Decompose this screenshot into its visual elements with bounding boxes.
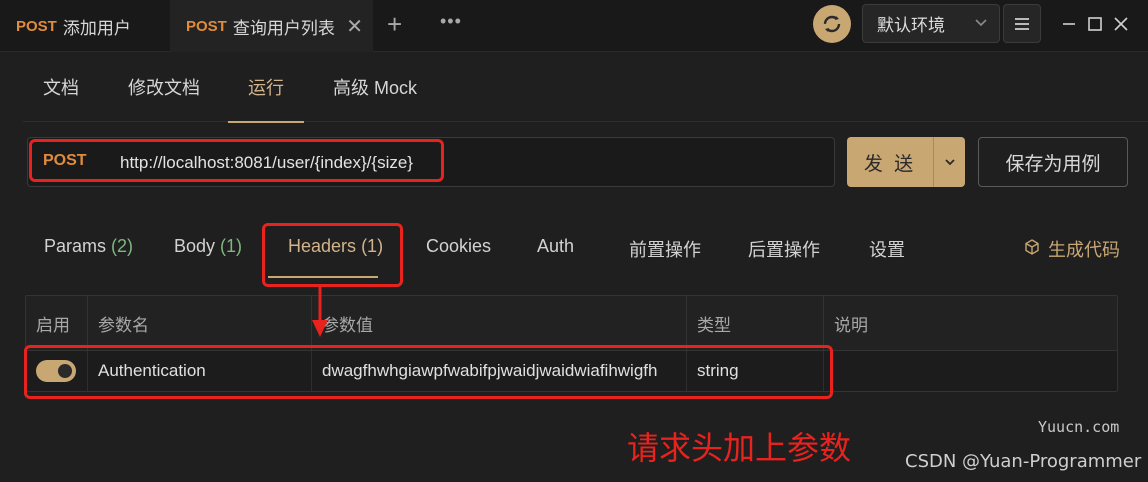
annotation-text: 请求头加上参数 [627, 429, 852, 467]
close-icon[interactable]: ✕ [346, 14, 363, 39]
sync-icon[interactable] [813, 5, 851, 43]
col-type: 类型 [687, 296, 824, 351]
tab-post-request[interactable]: 后置操作 [748, 236, 820, 262]
row-highlight-box [24, 345, 833, 399]
chevron-down-icon [973, 14, 989, 35]
request-tab-query-users[interactable]: POST 查询用户列表 ✕ [170, 0, 373, 52]
environment-select[interactable]: 默认环境 [862, 4, 1000, 43]
tab-count: (1) [220, 236, 243, 256]
tab-docs[interactable]: 文档 [43, 52, 79, 122]
menu-icon[interactable] [1003, 4, 1041, 43]
site-watermark: Yuucn.com [1038, 418, 1120, 436]
tab-method: POST [186, 17, 227, 35]
col-description: 说明 [834, 316, 868, 335]
doc-subtabs: 文档 修改文档 运行 高级 Mock [23, 52, 1148, 123]
request-tab-add-user[interactable]: POST 添加用户 [0, 0, 170, 52]
environment-value: 默认环境 [877, 16, 945, 35]
send-button[interactable]: 发 送 [847, 137, 933, 187]
more-icon[interactable]: ••• [440, 11, 462, 32]
generate-code-label: 生成代码 [1048, 240, 1120, 260]
arrow-down-icon [312, 284, 328, 337]
tab-count: (2) [111, 236, 134, 256]
tab-label: 查询用户列表 [232, 18, 335, 38]
tab-run[interactable]: 运行 [228, 52, 304, 123]
url-highlight-box [29, 139, 444, 182]
tab-cookies[interactable]: Cookies [426, 236, 491, 257]
generate-code-button[interactable]: 生成代码 [1024, 236, 1120, 262]
tab-settings[interactable]: 设置 [869, 236, 905, 262]
maximize-icon[interactable] [1087, 12, 1103, 41]
param-description-field[interactable] [824, 351, 1117, 391]
tab-edit-docs[interactable]: 修改文档 [128, 52, 200, 122]
tab-advanced-mock[interactable]: 高级 Mock [333, 52, 417, 122]
cube-icon [1024, 238, 1040, 260]
table-header: 启用 参数名 参数值 类型 说明 [26, 296, 1117, 351]
col-param-name: 参数名 [88, 296, 312, 351]
send-button-group: 发 送 [847, 137, 965, 187]
author-watermark: CSDN @Yuan-Programmer [905, 451, 1142, 472]
add-tab-icon[interactable]: + [387, 9, 402, 40]
tab-label: Params [44, 236, 107, 256]
save-as-case-button[interactable]: 保存为用例 [978, 137, 1128, 187]
tab-label: 添加用户 [62, 18, 131, 38]
request-tab-bar: POST 添加用户 POST 查询用户列表 ✕ + ••• 默认环境 [0, 0, 1148, 52]
window-close-icon[interactable] [1113, 12, 1129, 41]
tab-body[interactable]: Body (1) [174, 236, 242, 257]
tab-pre-request[interactable]: 前置操作 [629, 236, 701, 262]
chevron-down-icon[interactable] [934, 137, 965, 187]
tab-method: POST [16, 17, 57, 35]
tab-auth[interactable]: Auth [537, 236, 574, 257]
col-param-value: 参数值 [312, 296, 687, 351]
tab-label: Body [174, 236, 216, 256]
headers-highlight-box [262, 223, 403, 287]
col-enabled: 启用 [26, 296, 88, 351]
tab-params[interactable]: Params (2) [44, 236, 133, 257]
minimize-icon[interactable] [1061, 12, 1077, 41]
